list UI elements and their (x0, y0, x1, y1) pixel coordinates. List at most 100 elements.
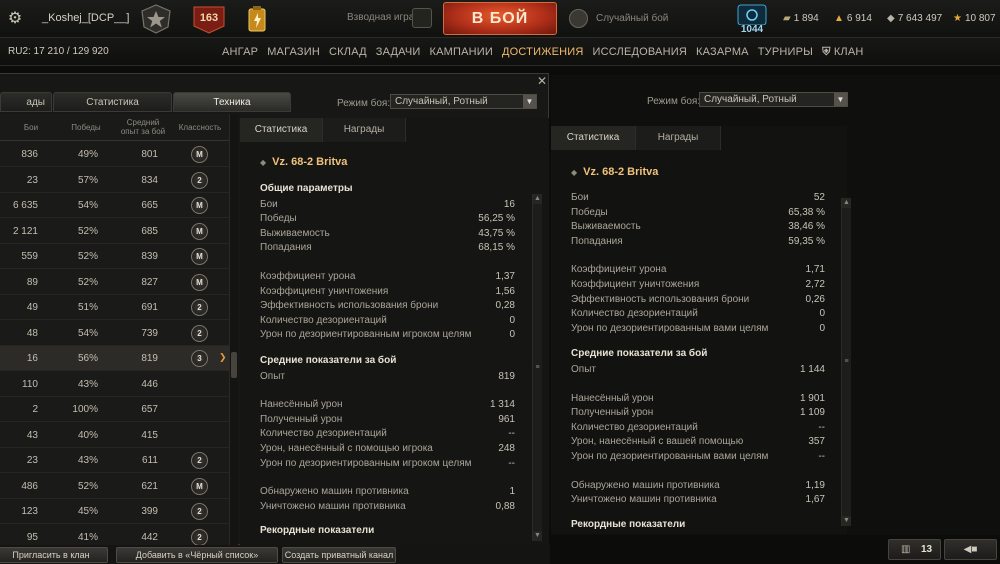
booster-icon[interactable] (246, 4, 268, 34)
player-name[interactable]: _Koshej_[DCP__] (42, 12, 129, 24)
server-online: RU2: 17 210 / 129 920 (8, 46, 109, 57)
rank-emblem-icon[interactable] (138, 3, 174, 35)
stat-value: 16 (503, 198, 515, 210)
table-row[interactable]: 43 40% 415 (0, 423, 232, 448)
nav-missions[interactable]: ЗАДАЧИ (376, 46, 421, 59)
nav-research[interactable]: ИССЛЕДОВАНИЯ (593, 46, 688, 59)
scroll-down-icon[interactable]: ▼ (842, 516, 851, 526)
stats-scrollbar[interactable]: ▲ ≡ ▼ (532, 194, 542, 541)
header-battles[interactable]: Бои (22, 123, 40, 132)
table-row[interactable]: 486 52% 621 M (0, 474, 232, 499)
megaphone-icon[interactable]: ◀■ (944, 539, 997, 560)
notifications-button[interactable]: ▥ 13 (888, 539, 941, 560)
settings-gear-icon[interactable]: ⚙ (6, 10, 24, 28)
nav-campaigns[interactable]: КАМПАНИИ (429, 46, 493, 59)
scroll-up-icon[interactable]: ▲ (533, 194, 542, 204)
scroll-down-icon[interactable]: ▼ (533, 531, 542, 541)
chevron-down-icon[interactable]: ▼ (834, 93, 847, 106)
nav-hangar[interactable]: АНГАР (222, 46, 258, 59)
tab-vehicles[interactable]: Техника (173, 92, 291, 112)
tab-awards[interactable]: Награды (636, 126, 721, 150)
battles-cell: 48 (26, 327, 38, 339)
battles-cell: 23 (26, 174, 38, 186)
wins-cell: 56% (77, 353, 98, 364)
tab-awards[interactable]: Награды (323, 118, 406, 142)
stat-row: Выживаемость 38,46 % (571, 221, 825, 233)
chevron-down-icon[interactable]: ▼ (523, 95, 536, 108)
nav-clan[interactable]: ⛨ КЛАН (822, 46, 863, 59)
battle-mode-select[interactable]: Случайный, Ротный ▼ (699, 92, 848, 107)
tab-statistics[interactable]: Статистика (240, 118, 323, 142)
wins-cell: 52% (77, 251, 98, 262)
stat-row: Урон по дезориентированным вами целям 0 (571, 322, 825, 334)
battle-button[interactable]: В БОЙ (443, 2, 557, 35)
scroll-up-icon[interactable]: ▲ (842, 198, 851, 208)
table-row[interactable]: 110 43% 446 (0, 372, 232, 397)
mastery-badge-icon: 2 (191, 299, 208, 316)
invite-to-clan-button[interactable]: Пригласить в клан (0, 547, 108, 563)
stat-value: -- (508, 428, 515, 440)
bottom-bar: Пригласить в клан Добавить в «Чёрный спи… (0, 545, 550, 564)
table-row[interactable]: 16 56% 819 3 ❯ (0, 346, 232, 371)
mastery-badge-icon: M (191, 248, 208, 265)
table-scrollbar[interactable] (229, 114, 238, 546)
table-row[interactable]: 559 52% 839 M (0, 244, 232, 269)
header-wins[interactable]: Победы (66, 123, 106, 132)
wins-cell: 52% (77, 225, 98, 237)
add-to-blacklist-button[interactable]: Добавить в «Чёрный список» (116, 547, 278, 563)
stat-value: 43,75 % (478, 227, 515, 239)
close-icon[interactable]: ✕ (536, 75, 548, 87)
nav-achievements[interactable]: ДОСТИЖЕНИЯ (502, 46, 584, 59)
header-mastery[interactable]: Классность (176, 123, 224, 132)
gold-balance[interactable]: ▲ 6 914 (834, 13, 872, 24)
bonds-balance[interactable]: ▰ 1 894 (783, 13, 819, 24)
table-row[interactable]: 23 43% 611 2 (0, 448, 232, 473)
table-row[interactable]: 49 51% 691 2 (0, 295, 232, 320)
table-row[interactable]: 836 49% 801 M (0, 142, 232, 167)
create-private-channel-button[interactable]: Создать приватный канал (282, 547, 396, 563)
table-row[interactable]: 48 54% 739 2 (0, 321, 232, 346)
free-xp-balance[interactable]: ★ 10 807 (953, 13, 996, 24)
table-row[interactable]: 23 57% 834 2 (0, 168, 232, 193)
header-avg-xp[interactable]: Средний опыт за бой (118, 118, 168, 136)
battles-cell: 2 121 (12, 225, 38, 237)
free-xp-icon: ★ (953, 13, 962, 24)
credits-balance[interactable]: ◆ 7 643 497 (887, 13, 942, 24)
tab-statistics[interactable]: Статистика (551, 126, 636, 150)
vehicles-table: Бои Победы Средний опыт за бой Классност… (0, 114, 232, 546)
table-row[interactable]: 95 41% 442 2 (0, 525, 232, 547)
table-row[interactable]: 123 45% 399 2 (0, 499, 232, 524)
stat-value: 357 (808, 436, 825, 448)
tab-awards[interactable]: ады (0, 92, 52, 112)
nav-tournaments[interactable]: ТУРНИРЫ (758, 46, 813, 59)
nav-barracks[interactable]: КАЗАРМА (696, 46, 749, 59)
section-heading: Средние показатели за бой (260, 355, 397, 366)
scroll-thumb[interactable] (231, 352, 237, 378)
nav-shop[interactable]: МАГАЗИН (267, 46, 320, 59)
stat-row: Урон, нанесённый с помощью игрока 248 (260, 443, 515, 454)
tab-statistics[interactable]: Статистика (53, 92, 172, 112)
avg-xp-cell: 739 (141, 327, 158, 339)
premium-account-badge[interactable]: 1044 (734, 3, 770, 35)
stat-row: Урон по дезориентированным вами целям -- (571, 451, 825, 462)
battle-mode-icon[interactable] (569, 9, 588, 28)
table-row[interactable]: 2 121 52% 685 M (0, 219, 232, 244)
stat-row: Опыт 1 144 (571, 364, 825, 375)
battle-mode-select[interactable]: Случайный, Ротный ▼ (390, 94, 537, 109)
stat-row: Опыт 819 (260, 370, 515, 382)
stat-row: Количество дезориентаций -- (260, 428, 515, 440)
battle-mode-label[interactable]: Случайный бой (596, 13, 668, 24)
nav-depot[interactable]: СКЛАД (329, 46, 367, 59)
account-level-badge[interactable]: 163 (190, 4, 228, 34)
account-level: 163 (199, 12, 219, 24)
battles-cell: 559 (21, 251, 38, 262)
table-row[interactable]: 89 52% 827 M (0, 270, 232, 295)
table-row[interactable]: 6 635 54% 665 M (0, 193, 232, 218)
mastery-badge-icon: 2 (191, 503, 208, 520)
stat-value: 52 (813, 192, 825, 203)
stat-value: 0 (509, 314, 515, 326)
stats-scrollbar[interactable]: ▲ ≡ ▼ (841, 198, 851, 526)
battle-mode-label: Режим боя: (337, 98, 391, 109)
table-row[interactable]: 2 100% 657 (0, 397, 232, 422)
platoon-button-icon[interactable] (412, 8, 432, 28)
